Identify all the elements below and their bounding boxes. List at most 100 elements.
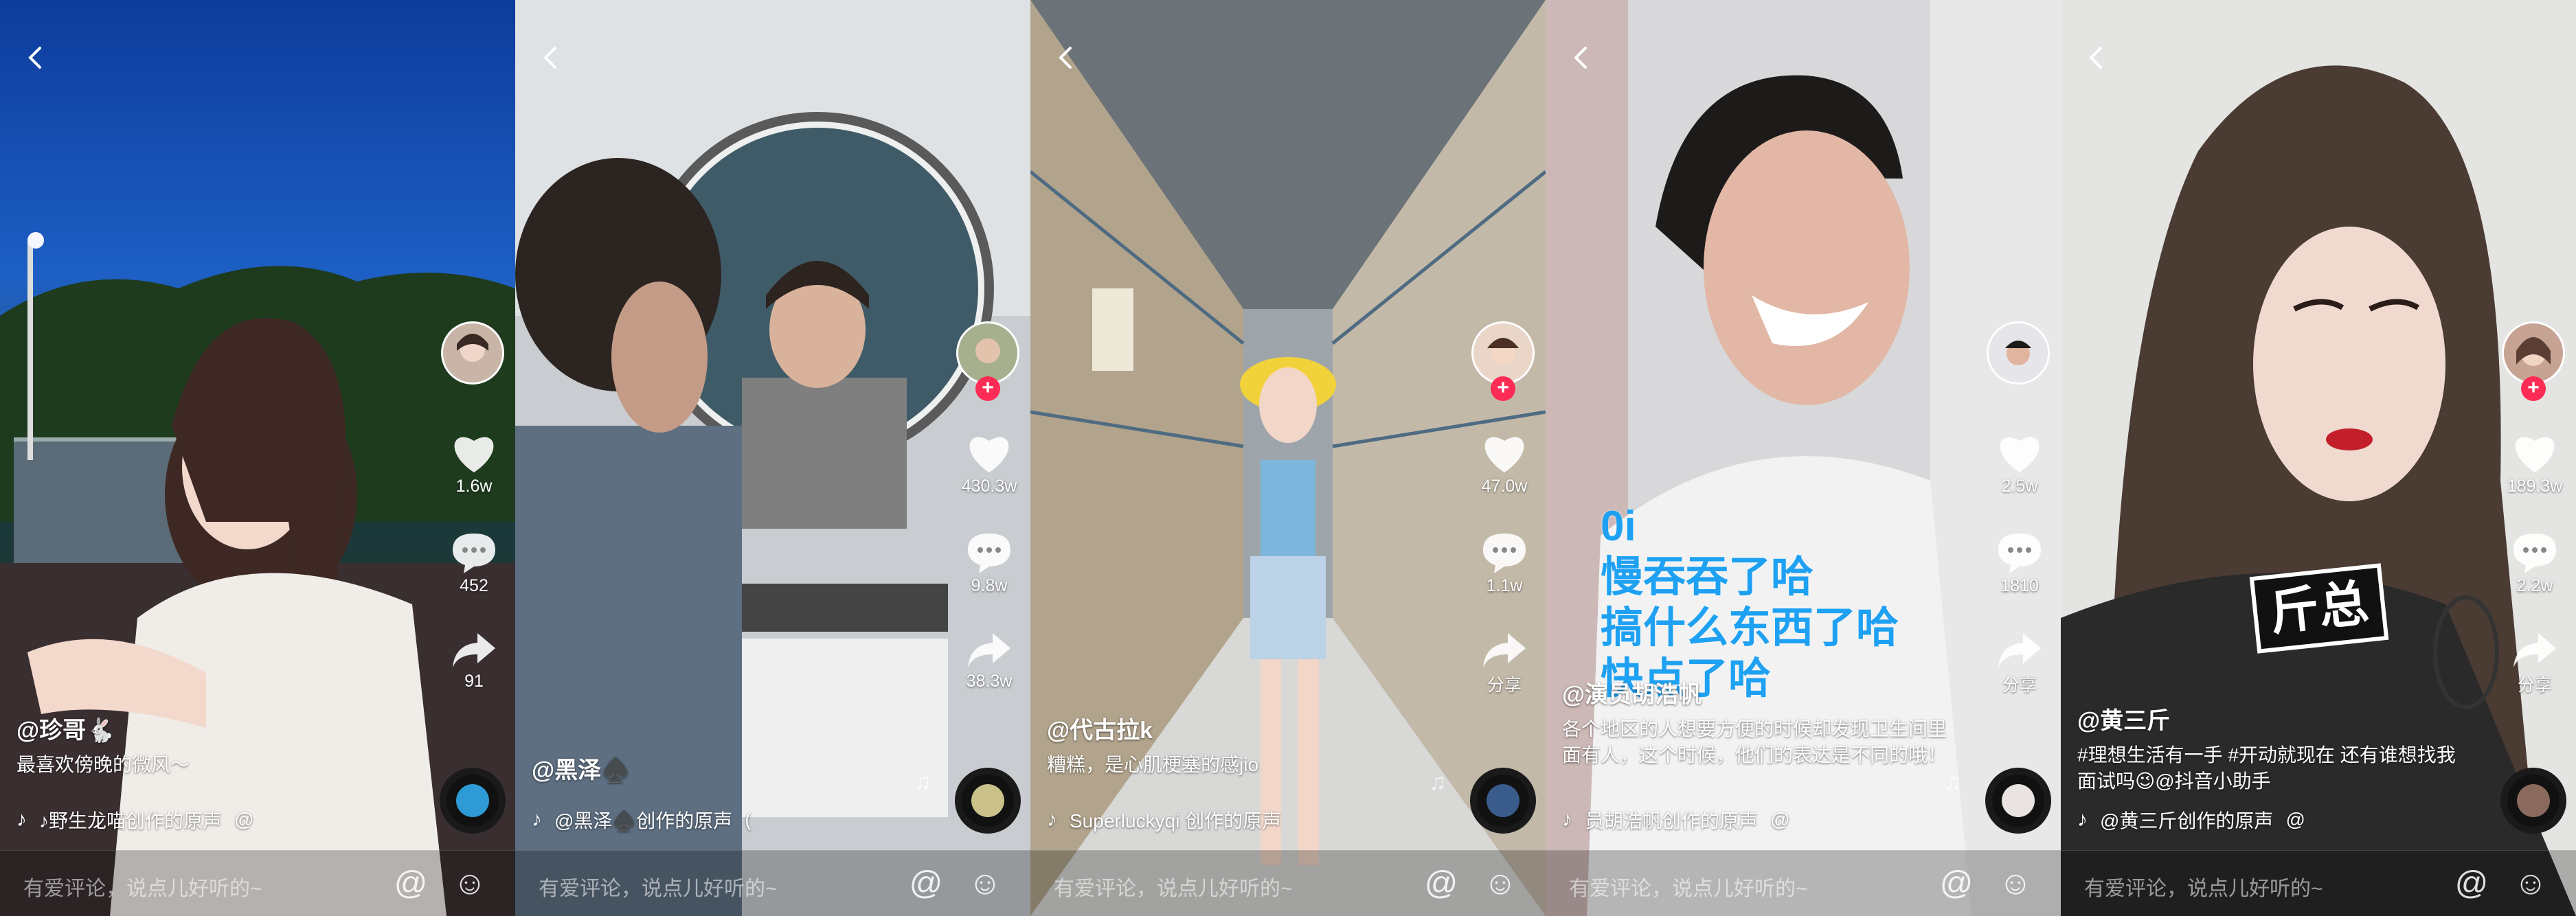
music-disc[interactable] — [2500, 768, 2566, 834]
creator-handle[interactable]: @黄三斤 — [2077, 702, 2462, 735]
avatar[interactable] — [441, 321, 504, 385]
mention-icon[interactable]: @ — [1937, 865, 1976, 903]
floating-note-icon: ♫ — [1944, 769, 1962, 795]
music-track[interactable]: ♪ @黄三斤创作的原声 @ — [2077, 806, 2305, 834]
action-rail: + 47.0w 1.1w 分享 — [1463, 321, 1546, 706]
back-icon[interactable] — [2081, 43, 2112, 73]
heart-icon — [1484, 437, 1524, 472]
share-button[interactable]: 分享 — [1978, 629, 2061, 696]
comment-button[interactable]: 1810 — [1978, 531, 2061, 596]
music-disc[interactable] — [1985, 768, 2051, 834]
music-track[interactable]: ♪ Superluckyqi 创作的原声 — [1047, 806, 1281, 834]
video-info: @代古拉k 糟糕，是心肌梗塞的感jio — [1047, 711, 1432, 778]
back-icon[interactable] — [1566, 43, 1596, 73]
creator-handle[interactable]: @代古拉k — [1047, 711, 1432, 745]
share-button[interactable]: 分享 — [1463, 629, 1546, 696]
comment-icon — [968, 534, 1010, 573]
mention-icon[interactable]: @ — [1422, 865, 1460, 903]
comment-input[interactable]: 有爱评论，说点儿好听的~ — [1054, 871, 1293, 902]
share-icon — [453, 633, 495, 667]
action-rail: + 430.3w 9.8w 38.3w — [948, 321, 1030, 706]
follow-button[interactable]: + — [1491, 376, 1515, 401]
like-button[interactable]: 430.3w — [948, 431, 1030, 496]
comment-input[interactable]: 有爱评论，说点儿好听的~ — [2084, 871, 2323, 902]
like-button[interactable]: 189.3w — [2494, 431, 2576, 496]
follow-button[interactable]: + — [2521, 376, 2546, 401]
comment-button[interactable]: 2.2w — [2494, 531, 2576, 596]
share-button[interactable]: 38.3w — [948, 629, 1030, 691]
follow-button[interactable]: + — [975, 376, 1000, 401]
emoji-icon[interactable]: ☺ — [451, 865, 489, 903]
back-icon[interactable] — [21, 43, 51, 73]
video-screen-3[interactable]: + 47.0w 1.1w 分享 @代古拉k 糟糕，是心肌梗塞的感jio ♪ Su… — [1030, 0, 1546, 916]
video-sticker: 斤总 — [2249, 563, 2389, 654]
music-track[interactable]: ♪ ♪野生龙喵创作的原声 @ — [16, 806, 253, 834]
comment-icon — [1483, 534, 1526, 573]
video-screen-5[interactable]: 斤总 + 189.3w 2.2w 分享 @黄三斤 #理想生活有一手 #开动就现在… — [2061, 0, 2576, 916]
creator-handle[interactable]: @珍哥🐇 — [16, 711, 401, 745]
avatar[interactable] — [956, 321, 1019, 385]
comment-button[interactable]: 1.1w — [1463, 531, 1546, 596]
comment-input[interactable]: 有爱评论，说点儿好听的~ — [539, 871, 778, 902]
share-label: 分享 — [2002, 676, 2037, 695]
music-track[interactable]: ♪ @黑泽♠️创作的原声 ( — [532, 806, 752, 834]
music-disc[interactable] — [1470, 768, 1536, 834]
floating-note-icon: ♫ — [1429, 769, 1447, 795]
music-disc[interactable] — [955, 768, 1021, 834]
music-title: @黄三斤创作的原声 — [2100, 810, 2274, 832]
like-count: 2.5w — [2001, 477, 2038, 496]
comment-button[interactable]: 9.8w — [948, 531, 1030, 596]
video-screen-1[interactable]: 1.6w 452 91 @珍哥🐇 最喜欢傍晚的微风～ ♪ ♪野生龙喵创作的原声 … — [0, 0, 515, 916]
emoji-icon[interactable]: ☺ — [2511, 865, 2550, 903]
like-button[interactable]: 2.5w — [1978, 431, 2061, 496]
video-caption: #理想生活有一手 #开动就现在 还有谁想找我面试吗😉@抖音小助手 — [2077, 744, 2456, 792]
comment-icon — [2513, 534, 2556, 573]
comment-count: 1810 — [2000, 576, 2039, 595]
creator-handle[interactable]: @黑泽♠️ — [532, 751, 916, 785]
music-title-tail: @ — [1770, 809, 1790, 830]
heart-icon — [969, 437, 1009, 472]
comment-bar: 有爱评论，说点儿好听的~ @ ☺ — [515, 850, 1030, 916]
emoji-icon[interactable]: ☺ — [966, 865, 1004, 903]
music-title-tail: @ — [234, 809, 254, 830]
comment-bar: 有爱评论，说点儿好听的~ @ ☺ — [1030, 850, 1546, 916]
music-note-icon: ♪ — [2077, 808, 2088, 831]
like-button[interactable]: 47.0w — [1463, 431, 1546, 496]
video-screen-4[interactable]: 0i 慢吞吞了哈 搞什么东西了哈 快点了哈 2.5w 1810 分享 @演员胡浩… — [1546, 0, 2061, 916]
music-disc[interactable] — [440, 768, 506, 834]
avatar[interactable] — [1471, 321, 1535, 385]
back-icon[interactable] — [1051, 43, 1081, 73]
share-label: 分享 — [1487, 676, 1522, 695]
music-track[interactable]: ♪ 员胡浩帆创作的原声 @ — [1562, 806, 1789, 834]
share-button[interactable]: 91 — [433, 629, 515, 691]
heart-icon — [454, 437, 494, 472]
comment-count: 452 — [460, 576, 488, 595]
comment-input[interactable]: 有爱评论，说点儿好听的~ — [1569, 871, 1808, 902]
video-feed-strip: 1.6w 452 91 @珍哥🐇 最喜欢傍晚的微风～ ♪ ♪野生龙喵创作的原声 … — [0, 0, 2576, 916]
mention-icon[interactable]: @ — [2452, 865, 2491, 903]
share-icon — [2513, 633, 2556, 667]
emoji-icon[interactable]: ☺ — [1996, 865, 2035, 903]
avatar[interactable] — [1987, 321, 2050, 385]
video-info: @珍哥🐇 最喜欢傍晚的微风～ — [16, 711, 401, 778]
share-icon — [1483, 633, 1526, 667]
video-screen-2[interactable]: + 430.3w 9.8w 38.3w @黑泽♠️ ♪ @黑泽♠️创作的原声 (… — [515, 0, 1030, 916]
mention-icon[interactable]: @ — [392, 865, 430, 903]
emoji-icon[interactable]: ☺ — [1481, 865, 1519, 903]
share-icon — [1998, 633, 2041, 667]
heart-icon — [2515, 437, 2555, 472]
share-button[interactable]: 分享 — [2494, 629, 2576, 696]
overlay-line: 0i — [1601, 503, 1636, 550]
music-note-icon: ♪ — [1562, 808, 1572, 831]
comment-bar: 有爱评论，说点儿好听的~ @ ☺ — [1546, 850, 2061, 916]
back-icon[interactable] — [536, 43, 566, 73]
like-button[interactable]: 1.6w — [433, 431, 515, 496]
video-caption: 糟糕，是心肌梗塞的感jio — [1047, 754, 1259, 775]
overlay-line: 搞什么东西了哈 — [1601, 604, 1899, 652]
mention-icon[interactable]: @ — [907, 865, 945, 903]
comment-bar: 有爱评论，说点儿好听的~ @ ☺ — [0, 850, 515, 916]
comment-input[interactable]: 有爱评论，说点儿好听的~ — [23, 871, 262, 902]
avatar[interactable] — [2502, 321, 2565, 385]
creator-handle[interactable]: @演员胡浩帆 — [1562, 676, 1947, 709]
comment-button[interactable]: 452 — [433, 531, 515, 596]
